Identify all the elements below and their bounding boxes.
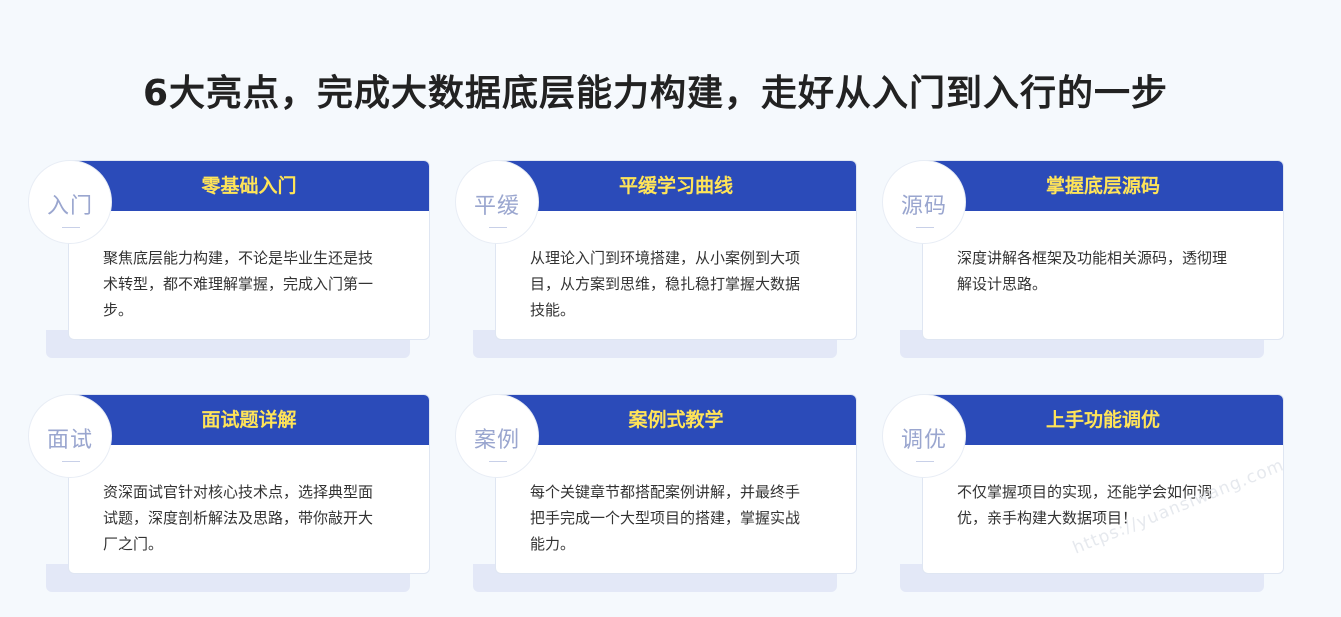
feature-card: 面试题详解 资深面试官针对核心技术点，选择典型面试题，深度剖析解法及思路，带你敲… (28, 394, 430, 594)
card-description: 聚焦底层能力构建，不论是毕业生还是技术转型，都不难理解掌握，完成入门第一步。 (103, 249, 374, 319)
badge-underline (62, 227, 80, 228)
card-badge: 入门 (28, 160, 112, 244)
card-heading: 平缓学习曲线 (496, 161, 856, 211)
feature-card: 案例式教学 每个关键章节都搭配案例讲解，并最终手把手完成一个大型项目的搭建，掌握… (455, 394, 857, 594)
feature-card: 掌握底层源码 深度讲解各框架及功能相关源码，透彻理解设计思路。 源码 (882, 160, 1284, 360)
feature-card: 平缓学习曲线 从理论入门到环境搭建，从小案例到大项目，从方案到思维，稳扎稳打掌握… (455, 160, 857, 360)
card-panel: 案例式教学 每个关键章节都搭配案例讲解，并最终手把手完成一个大型项目的搭建，掌握… (495, 394, 857, 574)
badge-label: 调优 (900, 428, 947, 453)
page: 6大亮点，完成大数据底层能力构建，走好从入门到入行的一步 零基础入门 聚焦底层能… (0, 0, 1341, 617)
card-badge: 源码 (882, 160, 966, 244)
card-heading: 上手功能调优 (923, 395, 1283, 445)
badge-label: 入门 (46, 194, 93, 219)
card-description: 深度讲解各框架及功能相关源码，透彻理解设计思路。 (957, 249, 1228, 293)
badge-underline (916, 461, 934, 462)
card-heading: 案例式教学 (496, 395, 856, 445)
card-badge: 平缓 (455, 160, 539, 244)
card-panel: 零基础入门 聚焦底层能力构建，不论是毕业生还是技术转型，都不难理解掌握，完成入门… (68, 160, 430, 340)
card-panel: 平缓学习曲线 从理论入门到环境搭建，从小案例到大项目，从方案到思维，稳扎稳打掌握… (495, 160, 857, 340)
card-description: 每个关键章节都搭配案例讲解，并最终手把手完成一个大型项目的搭建，掌握实战能力。 (530, 483, 801, 553)
card-panel: 掌握底层源码 深度讲解各框架及功能相关源码，透彻理解设计思路。 (922, 160, 1284, 340)
badge-label: 面试 (46, 428, 93, 453)
card-badge: 调优 (882, 394, 966, 478)
card-badge: 面试 (28, 394, 112, 478)
badge-label: 案例 (473, 428, 520, 453)
card-heading: 掌握底层源码 (923, 161, 1283, 211)
card-description: 资深面试官针对核心技术点，选择典型面试题，深度剖析解法及思路，带你敲开大厂之门。 (103, 483, 374, 553)
badge-label: 平缓 (473, 194, 520, 219)
feature-card: 零基础入门 聚焦底层能力构建，不论是毕业生还是技术转型，都不难理解掌握，完成入门… (28, 160, 430, 360)
badge-underline (62, 461, 80, 462)
badge-underline (916, 227, 934, 228)
card-heading: 零基础入门 (69, 161, 429, 211)
badge-underline (489, 227, 507, 228)
page-title: 6大亮点，完成大数据底层能力构建，走好从入门到入行的一步 (142, 73, 1169, 114)
card-description: 从理论入门到环境搭建，从小案例到大项目，从方案到思维，稳扎稳打掌握大数据技能。 (530, 249, 801, 319)
badge-underline (489, 461, 507, 462)
card-heading: 面试题详解 (69, 395, 429, 445)
card-panel: 面试题详解 资深面试官针对核心技术点，选择典型面试题，深度剖析解法及思路，带你敲… (68, 394, 430, 574)
badge-label: 源码 (900, 194, 947, 219)
card-badge: 案例 (455, 394, 539, 478)
